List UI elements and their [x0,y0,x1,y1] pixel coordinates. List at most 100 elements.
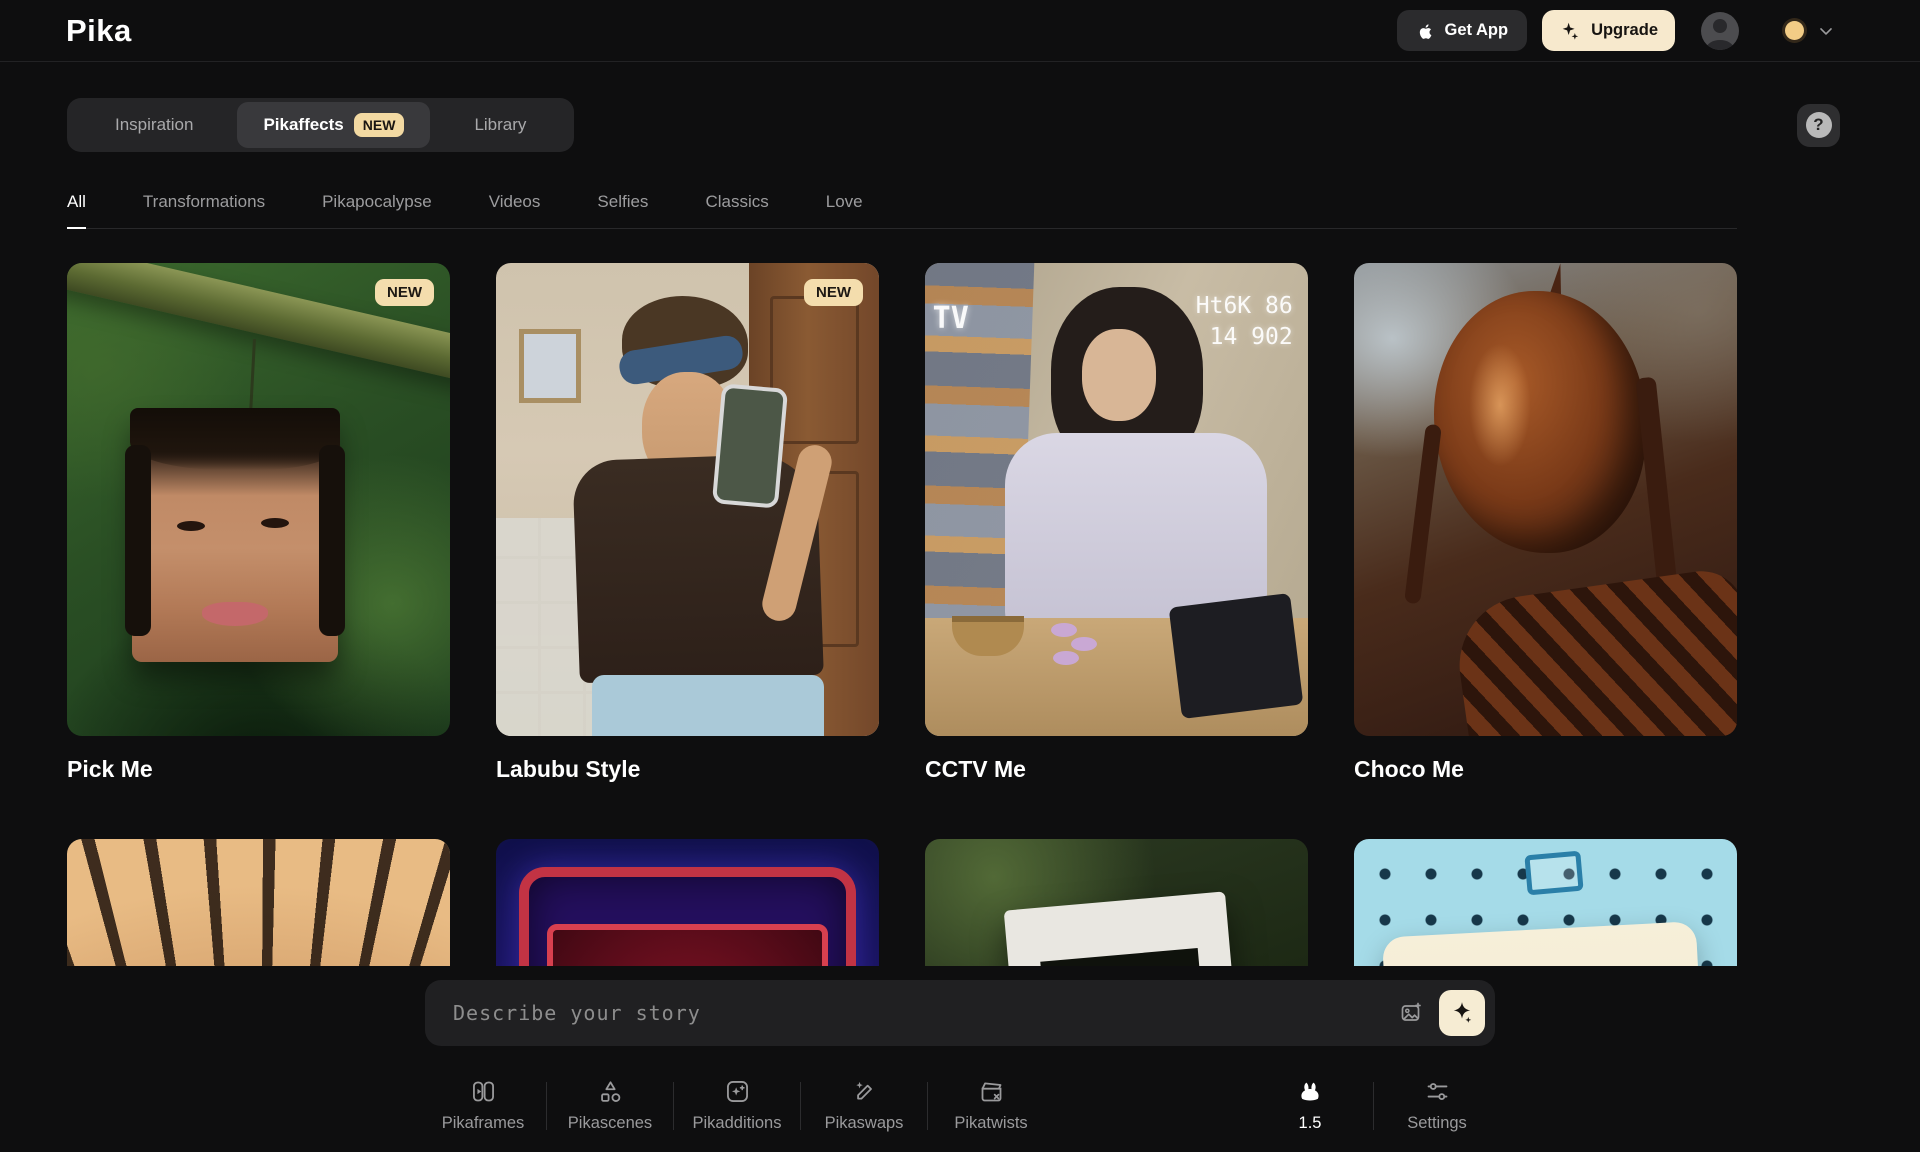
tab-library[interactable]: Library [430,102,570,148]
filter-videos[interactable]: Videos [489,192,541,228]
monitor-shape [1168,593,1303,719]
bottom-nav: Pikaframes Pikascenes Pikadditions [424,1078,1496,1133]
effect-title: Pick Me [67,756,450,783]
face-shape [1082,329,1156,421]
effect-card-labubu-style[interactable]: NEW Labubu Style [496,263,879,783]
filter-all[interactable]: All [67,192,86,229]
get-app-button[interactable]: Get App [1397,10,1528,51]
chevron-down-icon [1816,21,1836,41]
nav-model-version[interactable]: 1.5 [1251,1078,1369,1133]
tab-inspiration-label: Inspiration [115,115,193,135]
pikascenes-icon [597,1078,624,1105]
pikaframes-icon [470,1078,497,1105]
filter-selfies[interactable]: Selfies [597,192,648,228]
hair-strand-shape [1404,424,1442,605]
hanger-shape [1525,851,1584,896]
nav-label: Pikatwists [954,1114,1027,1133]
eye-shape [177,521,205,531]
nav-divider [673,1082,674,1130]
tab-pikaffects-label: Pikaffects [263,115,343,135]
nav-divider [1373,1082,1374,1130]
filter-pikapocalypse[interactable]: Pikapocalypse [322,192,432,228]
labubu-style-thumbnail: NEW [496,263,879,736]
string-shape [249,339,256,415]
prompt-input[interactable] [451,1000,1393,1026]
phone-shape [712,383,788,508]
question-mark-icon: ? [1806,112,1832,138]
bottom-panel: Pikaframes Pikascenes Pikadditions [0,966,1920,1152]
hair-left-shape [125,445,151,637]
nav-pikascenes[interactable]: Pikascenes [551,1078,669,1133]
nav-pikaswaps[interactable]: Pikaswaps [805,1078,923,1133]
skirt-shape [592,675,824,736]
nav-divider [800,1082,801,1130]
nav-label: Pikaswaps [825,1114,904,1133]
pika-logo[interactable]: Pika [66,13,132,49]
effect-card-pick-me[interactable]: NEW Pick Me [67,263,450,783]
effect-title: Choco Me [1354,756,1737,783]
nav-settings[interactable]: Settings [1378,1078,1496,1133]
chocolate-head-shape [1434,291,1646,553]
avatar[interactable] [1701,12,1739,50]
bangs-shape [130,408,340,470]
add-image-button[interactable] [1393,995,1429,1031]
upgrade-button[interactable]: Upgrade [1542,10,1675,51]
cctv-timestamp-text: Ht6K 86 14 902 [1196,291,1293,353]
effect-title: Labubu Style [496,756,879,783]
model-version-label: 1.5 [1299,1114,1322,1133]
wall-frame-shape [519,329,581,403]
cctv-me-thumbnail: TV Ht6K 86 14 902 [925,263,1308,736]
header: Pika Get App Upgrade [0,0,1920,62]
tab-inspiration[interactable]: Inspiration [71,102,237,148]
cctv-overlay-text: TV [933,301,969,336]
pick-me-thumbnail: NEW [67,263,450,736]
upgrade-label: Upgrade [1591,21,1658,40]
filter-classics[interactable]: Classics [705,192,768,228]
eye-shape [261,518,289,528]
image-add-icon [1399,999,1423,1027]
choco-me-thumbnail [1354,263,1737,736]
sliders-icon [1424,1078,1451,1105]
pika-app: Pika Get App Upgrade [0,0,1920,1152]
credits-menu[interactable] [1785,21,1836,41]
tabs-row: Inspiration Pikaffects NEW Library ? [0,98,1920,152]
gloss-highlight-shape [1469,343,1531,467]
nav-pikadditions[interactable]: Pikadditions [678,1078,796,1133]
tab-library-label: Library [474,115,526,135]
tab-pikaffects[interactable]: Pikaffects NEW [237,102,430,148]
macaron-shape [1051,623,1077,637]
nav-divider [546,1082,547,1130]
lips-shape [202,602,268,626]
nav-pikaframes[interactable]: Pikaframes [424,1078,542,1133]
main-tabbar: Inspiration Pikaffects NEW Library [67,98,574,152]
apple-icon [1416,20,1435,42]
help-button[interactable]: ? [1797,104,1840,147]
face-card-shape [132,410,338,662]
nav-label: Settings [1407,1114,1467,1133]
avatar-body-shape [1707,40,1734,50]
get-app-label: Get App [1445,21,1509,40]
filter-love[interactable]: Love [826,192,863,228]
nav-label: Pikascenes [568,1114,652,1133]
avatar-head-shape [1713,19,1727,33]
header-actions: Get App Upgrade [1397,10,1837,51]
pikatwists-icon [978,1078,1005,1105]
credits-coin-icon [1785,21,1804,40]
nav-label: Pikadditions [693,1114,782,1133]
sparkle-icon [1559,20,1581,42]
new-badge: NEW [375,279,434,306]
macaron-shape [1071,637,1097,651]
effect-card-cctv-me[interactable]: TV Ht6K 86 14 902 CCTV Me [925,263,1308,783]
effect-card-choco-me[interactable]: Choco Me [1354,263,1737,783]
filter-transformations[interactable]: Transformations [143,192,265,228]
filter-tabs: All Transformations Pikapocalypse Videos… [67,192,1737,229]
generate-button[interactable] [1439,990,1485,1036]
nav-label: Pikaframes [442,1114,525,1133]
nav-pikatwists[interactable]: Pikatwists [932,1078,1050,1133]
new-badge: NEW [804,279,863,306]
pikaswaps-icon [851,1078,878,1105]
nav-divider [927,1082,928,1130]
pikadditions-icon [724,1078,751,1105]
pikaffects-new-badge: NEW [354,113,405,137]
rabbit-icon [1297,1078,1324,1105]
